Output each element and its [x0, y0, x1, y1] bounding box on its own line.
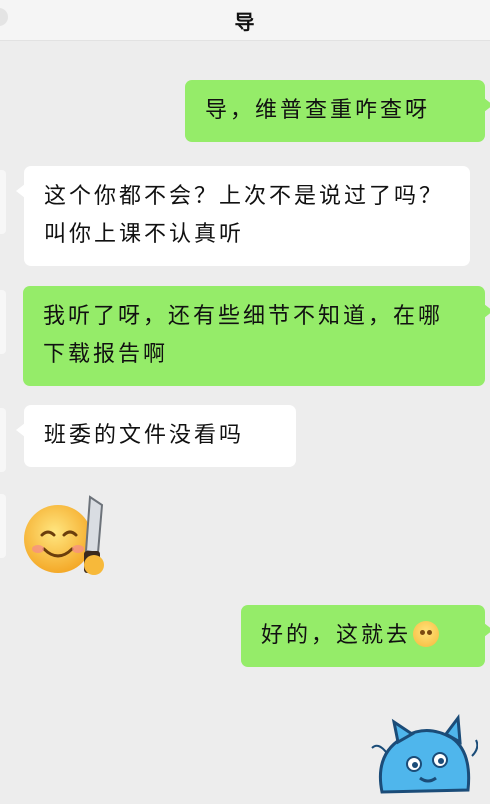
avatar[interactable] [0, 170, 6, 234]
avatar[interactable] [0, 494, 6, 558]
message-bubble-sent[interactable]: 我听了呀，还有些细节不知道，在哪下载报告啊 [23, 286, 490, 386]
blue-cat-sticker[interactable] [368, 712, 479, 800]
message-bubble-received[interactable]: 班委的文件没看吗 [16, 405, 296, 467]
avatar[interactable] [0, 290, 6, 354]
message-text: 好的，这就去 [261, 623, 412, 648]
chat-title: 导 [234, 9, 256, 34]
crying-face-icon [413, 621, 440, 647]
smiling-face-with-knife-sticker[interactable] [22, 495, 108, 585]
back-button[interactable] [0, 8, 8, 26]
message-bubble-sent[interactable]: 导，维普查重咋查呀 [185, 80, 490, 142]
message-bubble-sent[interactable]: 好的，这就去 [241, 605, 490, 667]
message-text: 这个你都不会？上次不是说过了吗？叫你上课不认真听 [44, 184, 445, 247]
message-bubble-received[interactable]: 这个你都不会？上次不是说过了吗？叫你上课不认真听 [16, 166, 470, 266]
message-text: 导，维普查重咋查呀 [205, 98, 431, 123]
chat-header: 导 [0, 0, 490, 41]
avatar[interactable] [0, 408, 6, 472]
message-text: 我听了呀，还有些细节不知道，在哪下载报告啊 [43, 304, 444, 367]
message-text: 班委的文件没看吗 [44, 423, 245, 448]
